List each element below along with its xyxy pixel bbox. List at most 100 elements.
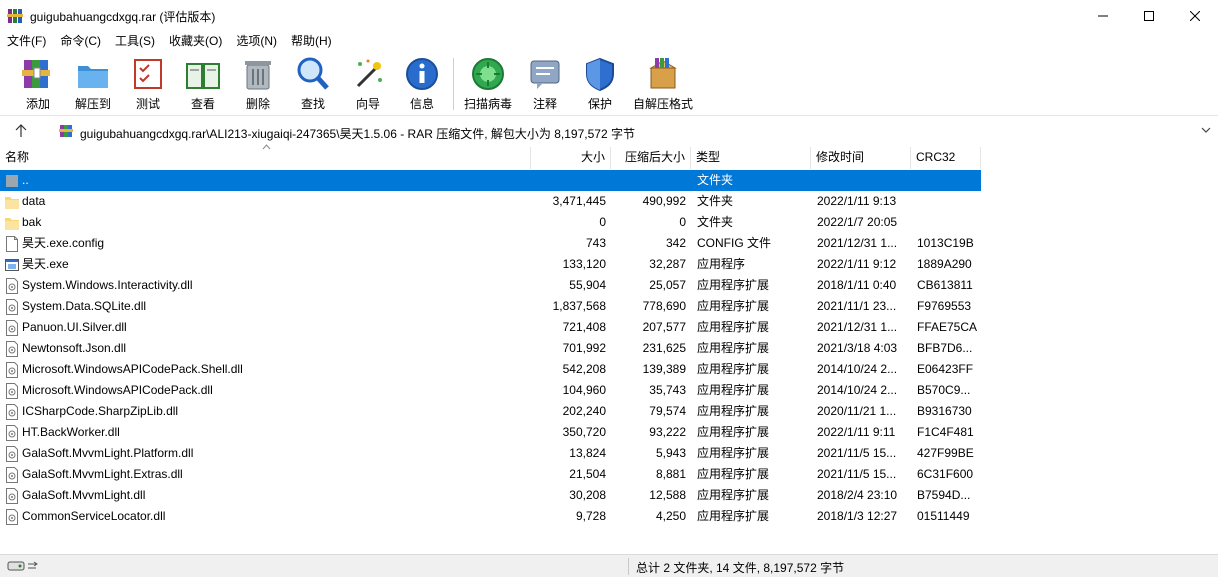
info-button[interactable]: 信息 bbox=[404, 56, 440, 114]
drive-icon[interactable] bbox=[7, 560, 39, 572]
table-row[interactable]: 昊天.exe 133,120 32,287 应用程序 2022/1/11 9:12 188… bbox=[0, 254, 981, 275]
file-packed-size: 8,881 bbox=[655, 467, 686, 481]
file-crc32: CB613811 bbox=[917, 278, 973, 292]
file-packed-size: 32,287 bbox=[649, 257, 686, 271]
table-row[interactable]: GalaSoft.MvvmLight.dll 30,208 12,588 应用程序扩展… bbox=[0, 485, 981, 506]
column-size[interactable]: 大小 bbox=[531, 147, 611, 169]
minimize-button[interactable] bbox=[1080, 0, 1126, 32]
up-one-level-button[interactable] bbox=[10, 121, 32, 141]
up-folder-icon bbox=[6, 175, 18, 187]
shield-icon bbox=[586, 57, 614, 92]
add-button[interactable]: 添加 bbox=[20, 56, 56, 114]
table-row[interactable]: Microsoft.WindowsAPICodePack.dll 104,960 3… bbox=[0, 380, 981, 401]
file-type: 应用程序扩展 bbox=[697, 509, 770, 523]
status-summary: 总计 2 文件夹, 14 文件, 8,197,572 字节 bbox=[636, 561, 845, 575]
table-row[interactable]: GalaSoft.MvvmLight.Platform.dll 13,824 5,9… bbox=[0, 443, 981, 464]
menu-options[interactable]: 选项(N) bbox=[229, 32, 284, 52]
table-row[interactable]: HT.BackWorker.dll 350,720 93,222 应用程序扩展 2022… bbox=[0, 422, 981, 443]
test-button[interactable]: 测试 bbox=[130, 56, 166, 114]
table-row[interactable]: Microsoft.WindowsAPICodePack.Shell.dll 54… bbox=[0, 359, 981, 380]
menu-file[interactable]: 文件(F) bbox=[0, 32, 53, 52]
menu-favorites[interactable]: 收藏夹(O) bbox=[162, 32, 229, 52]
find-button[interactable]: 查找 bbox=[295, 56, 331, 114]
comment-button[interactable]: 注释 bbox=[527, 56, 563, 114]
column-modified[interactable]: 修改时间 bbox=[811, 147, 911, 169]
protect-button[interactable]: 保护 bbox=[582, 56, 618, 114]
path-combobox[interactable]: guigubahuangcdxgq.rar\ALI213-xiugaiqi-24… bbox=[52, 119, 1218, 142]
file-modified: 2014/10/24 2... bbox=[817, 383, 898, 397]
file-type: 应用程序扩展 bbox=[697, 383, 770, 397]
file-modified: 2021/11/5 15... bbox=[817, 467, 897, 481]
table-row[interactable]: System.Windows.Interactivity.dll 55,904 25… bbox=[0, 275, 981, 296]
file-name: Panuon.UI.Silver.dll bbox=[22, 320, 127, 334]
sfx-box-icon bbox=[649, 58, 677, 89]
extract-to-button[interactable]: 解压到 bbox=[73, 56, 113, 114]
exe-app-icon bbox=[5, 259, 19, 271]
view-book-icon bbox=[186, 63, 220, 89]
file-size: 701,992 bbox=[562, 341, 606, 355]
info-icon bbox=[406, 58, 438, 90]
file-crc32: 6C31F600 bbox=[917, 467, 974, 481]
file-name: .. bbox=[22, 173, 29, 187]
menu-commands[interactable]: 命令(C) bbox=[53, 32, 108, 52]
scan-virus-button[interactable]: 扫描病毒 bbox=[462, 56, 514, 114]
file-size: 13,824 bbox=[569, 446, 606, 460]
table-row[interactable]: Panuon.UI.Silver.dll 721,408 207,577 应用程序扩展… bbox=[0, 317, 981, 338]
file-size: 30,208 bbox=[569, 488, 606, 502]
sfx-button[interactable]: 自解压格式 bbox=[631, 56, 695, 114]
close-button[interactable] bbox=[1172, 0, 1218, 32]
table-row[interactable]: bak 0 0 文件夹 2022/1/7 20:05 bbox=[0, 212, 981, 233]
wizard-button[interactable]: 向导 bbox=[350, 56, 386, 114]
column-name[interactable]: 名称 bbox=[0, 147, 531, 169]
menu-tools[interactable]: 工具(S) bbox=[108, 32, 162, 52]
chevron-down-icon[interactable] bbox=[1201, 126, 1211, 134]
file-modified: 2021/12/31 1... bbox=[817, 320, 898, 334]
file-name: bak bbox=[22, 215, 42, 229]
file-packed-size: 5,943 bbox=[655, 446, 686, 460]
file-list-header: 名称 大小 压缩后大小 类型 修改时间 CRC32 bbox=[0, 144, 1218, 169]
file-name: data bbox=[22, 194, 46, 208]
file-crc32: 1013C19B bbox=[917, 236, 974, 250]
file-modified: 2021/3/18 4:03 bbox=[817, 341, 898, 355]
folder-icon bbox=[5, 197, 19, 209]
table-row[interactable]: 昊天.exe.config 743 342 CONFIG 文件 2021/12/31 1… bbox=[0, 233, 981, 254]
winrar-app-icon[interactable] bbox=[7, 8, 23, 24]
dll-file-icon bbox=[6, 320, 18, 336]
arrow-up-icon bbox=[15, 124, 27, 137]
test-label: 测试 bbox=[135, 97, 160, 111]
file-packed-size: 0 bbox=[679, 215, 686, 229]
table-row[interactable]: System.Data.SQLite.dll 1,837,568 778,690 应用… bbox=[0, 296, 981, 317]
file-size: 21,504 bbox=[569, 467, 606, 481]
table-row[interactable]: GalaSoft.MvvmLight.Extras.dll 21,504 8,881… bbox=[0, 464, 981, 485]
rar-archive-icon bbox=[59, 125, 73, 137]
delete-button[interactable]: 删除 bbox=[240, 56, 276, 114]
trash-icon bbox=[245, 61, 271, 90]
column-packed[interactable]: 压缩后大小 bbox=[611, 147, 691, 169]
comment-label: 注释 bbox=[532, 97, 557, 111]
column-crc32[interactable]: CRC32 bbox=[911, 147, 981, 169]
maximize-button[interactable] bbox=[1126, 0, 1172, 32]
file-packed-size: 231,625 bbox=[642, 341, 686, 355]
table-row[interactable]: CommonServiceLocator.dll 9,728 4,250 应用程序扩展… bbox=[0, 506, 981, 527]
dll-file-icon bbox=[6, 446, 18, 462]
file-type: 应用程序扩展 bbox=[697, 320, 770, 334]
file-type: 应用程序扩展 bbox=[697, 362, 770, 376]
address-bar: guigubahuangcdxgq.rar\ALI213-xiugaiqi-24… bbox=[0, 117, 1218, 144]
list-item-parent[interactable]: .. 文件夹 bbox=[0, 170, 981, 191]
file-icon bbox=[6, 236, 18, 252]
file-packed-size: 207,577 bbox=[642, 320, 686, 334]
column-type[interactable]: 类型 bbox=[691, 147, 811, 169]
file-size: 9,728 bbox=[575, 509, 606, 523]
file-crc32: BFB7D6... bbox=[917, 341, 973, 355]
dll-file-icon bbox=[6, 425, 18, 441]
table-row[interactable]: data 3,471,445 490,992 文件夹 2022/1/11 9:13 bbox=[0, 191, 981, 212]
table-row[interactable]: Newtonsoft.Json.dll 701,992 231,625 应用程序扩展 2… bbox=[0, 338, 981, 359]
magnifier-icon bbox=[297, 57, 329, 90]
file-modified: 2021/11/1 23... bbox=[817, 299, 897, 313]
view-button[interactable]: 查看 bbox=[181, 56, 225, 114]
dll-file-icon bbox=[6, 488, 18, 504]
table-row[interactable]: ICSharpCode.SharpZipLib.dll 202,240 79,574… bbox=[0, 401, 981, 422]
file-type: 应用程序扩展 bbox=[697, 404, 770, 418]
menu-help[interactable]: 帮助(H) bbox=[284, 32, 339, 52]
file-name: GalaSoft.MvvmLight.dll bbox=[22, 488, 146, 502]
